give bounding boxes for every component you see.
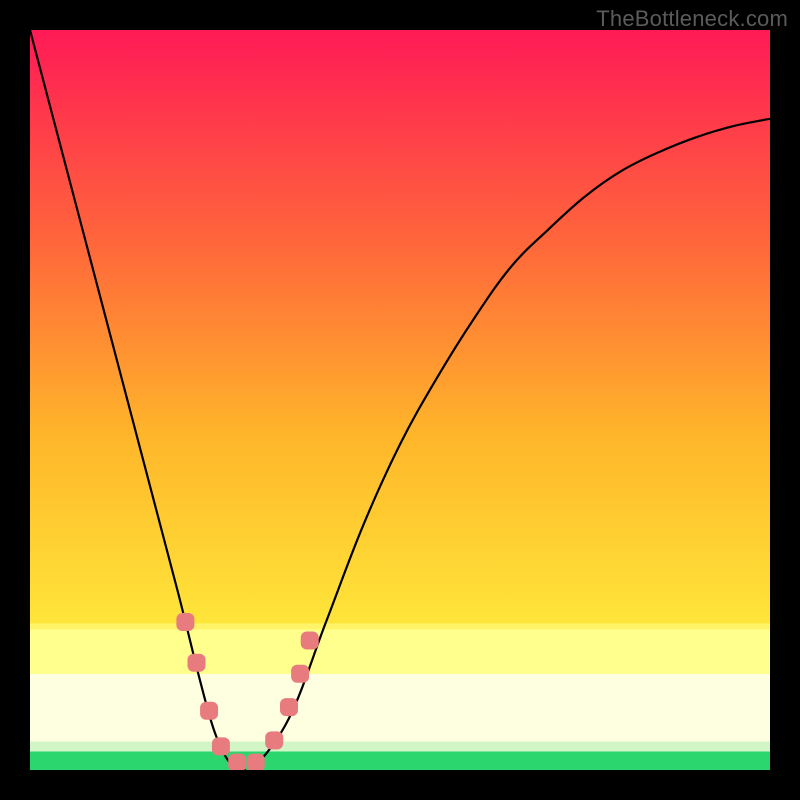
curve-marker [228,754,246,770]
curve-marker [176,613,194,631]
curve-marker [265,731,283,749]
chart-frame: TheBottleneck.com [0,0,800,800]
plot-area [30,30,770,770]
curve-marker [301,632,319,650]
curve-marker [280,698,298,716]
bottleneck-curve [30,30,770,770]
curve-marker [188,654,206,672]
curve-marker [200,702,218,720]
curve-marker [247,754,265,770]
watermark-text: TheBottleneck.com [596,6,788,32]
curve-marker [291,665,309,683]
curve-marker [212,737,230,755]
